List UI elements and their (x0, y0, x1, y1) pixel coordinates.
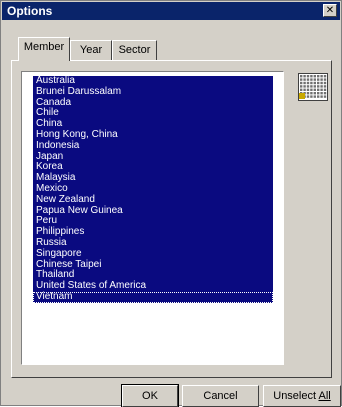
tab-year-label: Year (79, 44, 103, 56)
tab-year[interactable]: Year (70, 40, 112, 60)
ok-button[interactable]: OK (121, 384, 179, 407)
tab-sector-label: Sector (118, 44, 151, 56)
unselect-all-label: All (318, 390, 331, 402)
list-item[interactable]: Indonesia (33, 140, 273, 152)
list-item[interactable]: Philippines (33, 226, 273, 238)
list-item[interactable]: New Zealand (33, 194, 273, 206)
unselect-all-button[interactable]: Unselect All (263, 385, 341, 407)
tab-member-label: Member (23, 41, 65, 53)
list-item[interactable]: Brunei Darussalam (33, 86, 273, 98)
tab-sector[interactable]: Sector (112, 40, 157, 60)
close-button[interactable]: ✕ (323, 4, 337, 17)
member-listbox[interactable]: Australia Brunei Darussalam Canada Chile Chi… (21, 71, 284, 365)
cancel-label: Cancel (203, 390, 238, 402)
ok-label: OK (142, 390, 158, 402)
close-icon: ✕ (325, 5, 335, 16)
cancel-button[interactable]: Cancel (182, 385, 259, 407)
list-item[interactable]: Japan (33, 151, 273, 163)
dialog-title: Options (7, 4, 53, 18)
title-bar[interactable]: Options ✕ (2, 2, 340, 20)
unselect-label: Unselect (273, 390, 319, 402)
list-item[interactable]: Malaysia (33, 172, 273, 184)
options-dialog: Options ✕ Member Year Sector Australia Br… (0, 0, 342, 407)
member-list: Australia Brunei Darussalam Canada Chile Chi… (33, 75, 273, 303)
list-item[interactable]: Vietnam (33, 291, 273, 303)
list-item[interactable]: Papua New Guinea (33, 205, 273, 217)
list-item[interactable]: Chile (33, 108, 273, 120)
list-item[interactable]: Canada (33, 97, 273, 109)
grid-icon[interactable] (298, 73, 328, 101)
tab-member[interactable]: Member (18, 37, 70, 61)
list-item[interactable]: Singapore (33, 248, 273, 260)
